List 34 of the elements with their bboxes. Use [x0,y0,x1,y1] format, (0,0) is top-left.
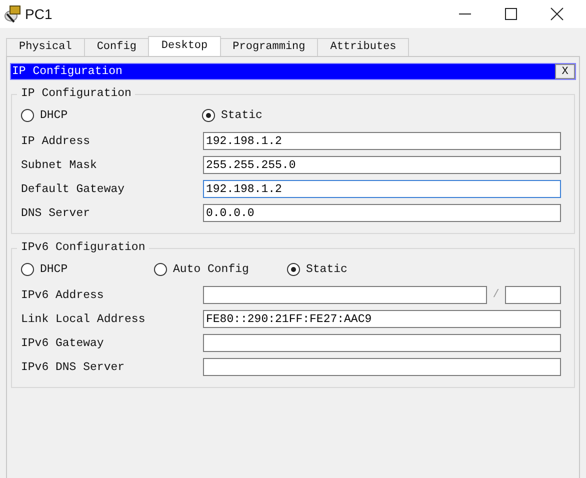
input-field[interactable] [203,358,561,376]
radio-button[interactable]: Auto Config [154,262,287,276]
field-label: Link Local Address [21,312,146,326]
input-field[interactable]: FE80::290:21FF:FE27:AAC9 [203,310,561,328]
radio-button[interactable]: DHCP [21,108,202,122]
field-label: Default Gateway [21,182,126,196]
field-label: Subnet Mask [21,158,98,172]
field-label: DNS Server [21,206,92,220]
group-title: IPv6 Configuration [17,241,150,254]
radio-button[interactable]: Static [287,262,348,276]
app-icon [4,5,22,23]
group-title: IP Configuration [17,87,136,100]
field-label: IP Address [21,134,92,148]
separator: / [492,289,500,301]
prefix-field[interactable] [505,286,561,304]
input-field[interactable]: 255.255.255.0 [203,156,561,174]
input-field[interactable]: 0.0.0.0 [203,204,561,222]
field-label: IPv6 DNS Server [21,360,126,374]
panel-title: IP Configuration [11,65,122,78]
tab[interactable]: Desktop [148,36,221,56]
input-field[interactable] [203,334,561,352]
input-field[interactable]: 192.198.1.2 [203,132,561,150]
input-field[interactable]: 192.198.1.2 [203,180,561,198]
tab[interactable]: Attributes [317,38,410,56]
field-label: IPv6 Address [21,288,105,302]
tab[interactable]: Physical [6,38,85,56]
maximize-icon[interactable] [504,7,518,21]
field-label: IPv6 Gateway [21,336,105,350]
radio-button[interactable]: DHCP [21,262,154,276]
radio-button[interactable]: Static [202,108,262,122]
close-button[interactable]: X [555,64,575,79]
close-icon[interactable] [550,7,564,21]
window-title: PC1 [25,6,52,22]
input-field[interactable] [203,286,487,304]
